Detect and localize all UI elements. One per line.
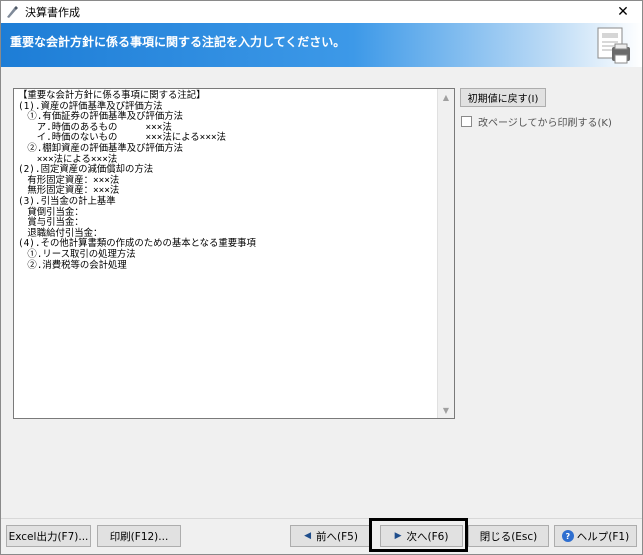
close-window-button[interactable]: ✕ [604, 1, 642, 23]
next-button-highlight [369, 518, 468, 552]
window-title: 決算書作成 [25, 6, 80, 19]
instruction-banner: 重要な会計方針に係る事項に関する注記を入力してください。 [1, 23, 642, 67]
scroll-down-icon[interactable]: ▼ [438, 402, 454, 418]
app-icon [7, 6, 18, 18]
help-icon: ? [561, 530, 574, 542]
excel-export-button[interactable]: Excel出力(F7)... [6, 525, 91, 547]
note-editor[interactable]: 【重要な会計方針に係る事項に関する注記】 (1).資産の評価基準及び評価方法 ①… [13, 88, 455, 419]
content-panel: 【重要な会計方針に係る事項に関する注記】 (1).資産の評価基準及び評価方法 ①… [1, 67, 642, 518]
help-label: ヘルプ(F1) [576, 530, 630, 543]
scroll-up-icon[interactable]: ▲ [438, 89, 454, 105]
print-button[interactable]: 印刷(F12)... [97, 525, 181, 547]
page-break-checkbox[interactable] [461, 116, 472, 127]
page-break-label: 改ページしてから印刷する(K) [478, 118, 612, 129]
close-button[interactable]: 閉じる(Esc) [468, 525, 549, 547]
close-icon: ✕ [617, 4, 629, 20]
editor-scrollbar[interactable]: ▲ ▼ [437, 89, 454, 418]
prev-button[interactable]: ◀ 前へ(F5) [290, 525, 372, 547]
help-button[interactable]: ? ヘルプ(F1) [554, 525, 637, 547]
page-break-option[interactable]: 改ページしてから印刷する(K) [461, 114, 612, 129]
note-text[interactable]: 【重要な会計方針に係る事項に関する注記】 (1).資産の評価基準及び評価方法 ①… [14, 89, 438, 418]
instruction-text: 重要な会計方針に係る事項に関する注記を入力してください。 [10, 35, 346, 49]
footer-divider [1, 518, 642, 519]
prev-arrow-icon: ◀ [304, 531, 311, 541]
title-bar: 決算書作成 ✕ [1, 1, 642, 23]
reset-to-default-button[interactable]: 初期値に戻す(I) [460, 88, 546, 107]
app-window: 決算書作成 ✕ 重要な会計方針に係る事項に関する注記を入力してください。 【重要… [0, 0, 643, 555]
prev-label: 前へ(F5) [316, 530, 358, 543]
document-illustration-icon [597, 27, 630, 64]
